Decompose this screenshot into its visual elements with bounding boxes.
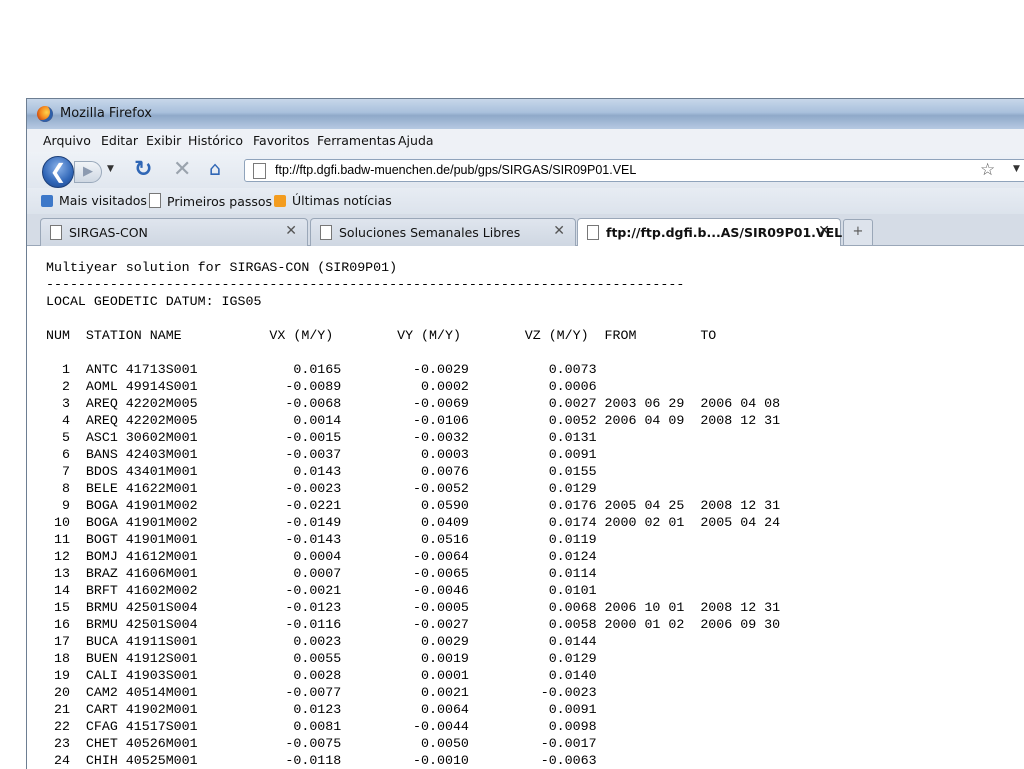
station-row: 17 BUCA 41911S001 0.0023 0.0029 0.0144	[46, 634, 597, 649]
menu-historico[interactable]: Histórico	[188, 133, 243, 148]
station-row: 6 BANS 42403M001 -0.0037 0.0003 0.0091	[46, 447, 597, 462]
history-dropdown-icon[interactable]: ▼	[107, 164, 114, 174]
bookmark-label: Últimas notícias	[292, 193, 392, 208]
menu-ajuda[interactable]: Ajuda	[398, 133, 434, 148]
new-tab-button[interactable]: +	[843, 219, 873, 245]
datum-line: LOCAL GEODETIC DATUM: IGS05	[46, 294, 262, 309]
menu-exibir[interactable]: Exibir	[146, 133, 181, 148]
close-icon[interactable]: ✕	[818, 223, 830, 239]
address-bar[interactable]: ☆ ▼	[244, 159, 1024, 182]
station-row: 16 BRMU 42501S004 -0.0116 -0.0027 0.0058…	[46, 617, 781, 632]
station-row: 9 BOGA 41901M002 -0.0221 0.0590 0.0176 2…	[46, 498, 781, 513]
tab-sirgas-con[interactable]: SIRGAS-CON ✕	[40, 218, 308, 246]
menu-arquivo[interactable]: Arquivo	[43, 133, 91, 148]
menu-editar[interactable]: Editar	[101, 133, 138, 148]
back-arrow-icon: ❮	[49, 159, 67, 183]
url-dropdown-icon[interactable]: ▼	[1013, 164, 1020, 174]
home-icon[interactable]: ⌂	[209, 158, 221, 180]
station-row: 8 BELE 41622M001 -0.0023 -0.0052 0.0129	[46, 481, 597, 496]
station-row: 22 CFAG 41517S001 0.0081 -0.0044 0.0098	[46, 719, 597, 734]
station-row: 13 BRAZ 41606M001 0.0007 -0.0065 0.0114	[46, 566, 597, 581]
url-input[interactable]	[275, 163, 975, 177]
most-visited-icon	[41, 195, 53, 207]
station-row: 7 BDOS 43401M001 0.0143 0.0076 0.0155	[46, 464, 597, 479]
tab-label: ftp://ftp.dgfi.b...AS/SIR09P01.VEL	[606, 225, 843, 240]
bookmark-star-icon[interactable]: ☆	[980, 160, 995, 180]
station-row: 11 BOGT 41901M001 -0.0143 0.0516 0.0119	[46, 532, 597, 547]
station-row: 20 CAM2 40514M001 -0.0077 0.0021 -0.0023	[46, 685, 597, 700]
title-bar: Mozilla Firefox	[27, 99, 1024, 129]
stop-icon[interactable]: ✕	[173, 157, 191, 182]
page-icon	[587, 225, 599, 240]
bookmark-mais-visitados[interactable]: Mais visitados	[41, 193, 147, 208]
plus-icon: +	[852, 224, 864, 239]
rss-feed-icon	[274, 195, 286, 207]
tab-label: SIRGAS-CON	[69, 225, 148, 240]
forward-button[interactable]: ▶	[74, 161, 102, 183]
page-icon	[320, 225, 332, 240]
station-row: 10 BOGA 41901M002 -0.0149 0.0409 0.0174 …	[46, 515, 781, 530]
tab-sir09p01-vel[interactable]: ftp://ftp.dgfi.b...AS/SIR09P01.VEL ✕	[577, 218, 843, 247]
station-row: 4 AREQ 42202M005 0.0014 -0.0106 0.0052 2…	[46, 413, 781, 428]
tab-strip: SIRGAS-CON ✕ Soluciones Semanales Libres…	[27, 214, 1024, 247]
station-row: 2 AOML 49914S001 -0.0089 0.0002 0.0006	[46, 379, 597, 394]
back-button[interactable]: ❮	[42, 156, 74, 188]
station-row: 1 ANTC 41713S001 0.0165 -0.0029 0.0073	[46, 362, 597, 377]
bookmark-label: Primeiros passos	[167, 194, 273, 209]
station-row: 24 CHIH 40525M001 -0.0118 -0.0010 -0.006…	[46, 753, 597, 768]
window-title: Mozilla Firefox	[60, 106, 152, 121]
firefox-logo-icon	[37, 106, 53, 122]
vel-file-text: Multiyear solution for SIRGAS-CON (SIR09…	[46, 259, 780, 769]
bookmarks-toolbar: Mais visitados Primeiros passos Últimas …	[27, 188, 1024, 214]
page-icon	[149, 193, 161, 208]
close-icon[interactable]: ✕	[285, 223, 297, 239]
station-row: 5 ASC1 30602M001 -0.0015 -0.0032 0.0131	[46, 430, 597, 445]
station-row: 3 AREQ 42202M005 -0.0068 -0.0069 0.0027 …	[46, 396, 781, 411]
menu-favoritos[interactable]: Favoritos	[253, 133, 309, 148]
station-rows: 1 ANTC 41713S001 0.0165 -0.0029 0.0073 2…	[46, 361, 780, 769]
close-icon[interactable]: ✕	[553, 223, 565, 239]
station-row: 19 CALI 41903S001 0.0028 0.0001 0.0140	[46, 668, 597, 683]
menu-ferramentas[interactable]: Ferramentas	[317, 133, 396, 148]
navigation-toolbar: ❮ ▶ ▼ ↻ ✕ ⌂ ☆ ▼	[27, 152, 1024, 188]
column-header: NUM STATION NAME VX (M/Y) VY (M/Y) VZ (M…	[46, 328, 717, 343]
page-icon	[253, 163, 266, 179]
page-content: Multiyear solution for SIRGAS-CON (SIR09…	[27, 246, 1024, 769]
station-row: 23 CHET 40526M001 -0.0075 0.0050 -0.0017	[46, 736, 597, 751]
station-row: 14 BRFT 41602M002 -0.0021 -0.0046 0.0101	[46, 583, 597, 598]
browser-window: Mozilla Firefox Arquivo Editar Exibir Hi…	[26, 98, 1024, 769]
separator-line: ----------------------------------------…	[46, 277, 685, 292]
bookmark-primeiros-passos[interactable]: Primeiros passos	[149, 193, 272, 209]
menu-bar: Arquivo Editar Exibir Histórico Favorito…	[27, 129, 1024, 152]
bookmark-label: Mais visitados	[59, 193, 147, 208]
station-row: 12 BOMJ 41612M001 0.0004 -0.0064 0.0124	[46, 549, 597, 564]
forward-arrow-icon: ▶	[83, 164, 93, 179]
tab-label: Soluciones Semanales Libres	[339, 225, 521, 240]
bookmark-ultimas-noticias[interactable]: Últimas notícias	[274, 193, 392, 208]
page-icon	[50, 225, 62, 240]
reload-icon[interactable]: ↻	[134, 157, 152, 182]
station-row: 15 BRMU 42501S004 -0.0123 -0.0005 0.0068…	[46, 600, 781, 615]
station-row: 18 BUEN 41912S001 0.0055 0.0019 0.0129	[46, 651, 597, 666]
tab-soluciones-semanales[interactable]: Soluciones Semanales Libres ✕	[310, 218, 576, 246]
file-title: Multiyear solution for SIRGAS-CON (SIR09…	[46, 260, 398, 275]
station-row: 21 CART 41902M001 0.0123 0.0064 0.0091	[46, 702, 597, 717]
